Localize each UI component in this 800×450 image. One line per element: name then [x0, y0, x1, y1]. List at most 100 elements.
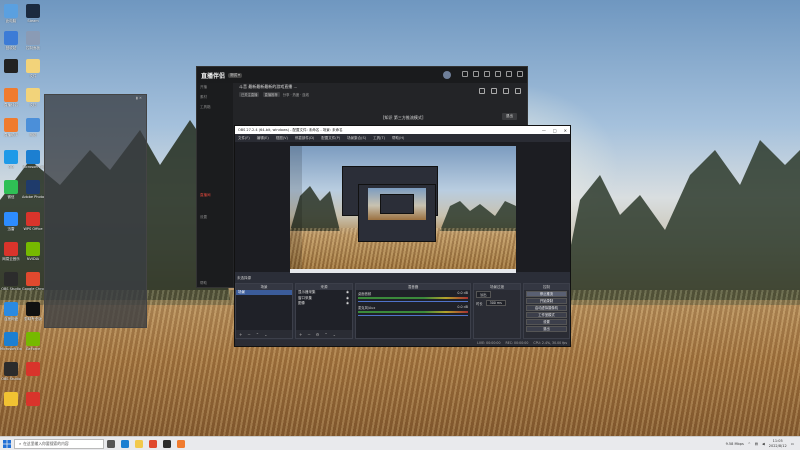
sidebar-item[interactable]: 工具箱	[197, 103, 214, 112]
desktop-icon[interactable]: Microsoft Edge	[22, 150, 44, 169]
sidebar-item[interactable]: 设置	[197, 213, 210, 222]
desktop-icon[interactable]	[22, 362, 44, 377]
obs-window[interactable]: OBS 27.2.4 (64-bit, windows) - 配置文件: 未命名…	[234, 125, 571, 347]
desktop-icon[interactable]	[0, 59, 22, 74]
desktop-icon[interactable]: 直播伴侣	[0, 88, 22, 108]
sidebar-item[interactable]: 素材	[197, 93, 210, 102]
taskbar-app-file-explorer[interactable]	[132, 437, 146, 450]
desktop-icon[interactable]: 剪映专业版	[22, 302, 44, 322]
ghost-window-controls[interactable]: ▮ ✕	[136, 96, 142, 101]
maximize-icon[interactable]	[506, 71, 512, 77]
menu-item[interactable]: 视图(V)	[276, 136, 288, 141]
desktop-icon[interactable]: WPS Office	[22, 212, 44, 231]
close-icon[interactable]: ✕	[564, 128, 567, 133]
exit-mode-button[interactable]: 退出	[502, 113, 517, 120]
menu-item[interactable]: 停靠部件(D)	[295, 136, 314, 141]
menu-icon[interactable]	[484, 71, 490, 77]
start-button[interactable]	[0, 437, 14, 450]
desktop-icon[interactable]: QQ	[0, 150, 22, 169]
desktop-icon[interactable]: 此电脑	[0, 4, 22, 24]
chevron-down-icon[interactable]: ⌄	[333, 332, 336, 337]
chevron-up-icon[interactable]: ⌃	[324, 332, 327, 337]
desktop-icon[interactable]: 直播助手	[0, 118, 22, 138]
desktop-icon[interactable]: OBS Studio	[0, 272, 22, 291]
desktop-icon[interactable]: 微信	[0, 180, 22, 200]
desktop-icon[interactable]: OBS Studio	[0, 362, 22, 381]
more-icon[interactable]	[515, 88, 521, 94]
eye-icon[interactable]: ◉	[346, 301, 349, 307]
control-button[interactable]: 退出	[526, 326, 567, 332]
remove-icon[interactable]: −	[307, 332, 310, 337]
taskbar-app-live-app[interactable]	[174, 437, 188, 450]
live-app-badge[interactable]: 测试 ▾	[228, 72, 242, 78]
menu-item[interactable]: 帮助(H)	[392, 136, 404, 141]
add-icon[interactable]: +	[239, 332, 242, 337]
ghost-window-titlebar[interactable]: ▮ ✕	[45, 95, 146, 102]
desktop-icon[interactable]: GeForce	[22, 332, 44, 351]
menu-item[interactable]: 文件(F)	[238, 136, 250, 141]
network-icon[interactable]: ▤	[755, 442, 758, 446]
transition-type-select[interactable]: 淡出	[476, 291, 491, 298]
duration-input[interactable]: 300 ms	[485, 300, 506, 306]
desktop-icon[interactable]: 迅雷	[0, 212, 22, 232]
minimize-icon[interactable]: —	[542, 128, 546, 133]
volume-slider[interactable]	[358, 314, 468, 316]
desktop-icon[interactable]: Google Chrome	[22, 272, 44, 291]
room-chip[interactable]: 直播推荐	[262, 92, 280, 97]
sidebar-item[interactable]: 直播间	[197, 191, 214, 200]
chevron-up-icon[interactable]: ^	[748, 442, 751, 446]
desktop-icon[interactable]	[22, 392, 44, 407]
add-icon[interactable]: +	[299, 332, 302, 337]
control-button[interactable]: 开始录制	[526, 298, 567, 304]
minimize-icon[interactable]	[495, 71, 501, 77]
link-icon[interactable]	[503, 88, 509, 94]
menu-item[interactable]: 场景集合(S)	[347, 136, 366, 141]
desktop-icon[interactable]: Adobe Photoshop	[22, 180, 44, 199]
volume-slider[interactable]	[358, 300, 468, 302]
lock-icon[interactable]	[491, 88, 497, 94]
share-icon[interactable]	[479, 88, 485, 94]
desktop-icon[interactable]: 文件	[22, 59, 44, 79]
taskbar-app-chrome[interactable]	[146, 437, 160, 450]
clock[interactable]: 11:05 2022/8/12	[769, 439, 787, 448]
control-button[interactable]: 设置	[526, 319, 567, 325]
gear-icon[interactable]: ⚙	[316, 332, 320, 337]
control-button[interactable]: 停止推流	[526, 291, 567, 297]
chevron-down-icon[interactable]: ⌄	[264, 332, 267, 337]
obs-titlebar[interactable]: OBS 27.2.4 (64-bit, windows) - 配置文件: 未命名…	[235, 126, 570, 134]
taskbar-search-input[interactable]: ⌕ 在这里输入你要搜索的内容	[14, 438, 104, 449]
ghost-window[interactable]: ▮ ✕	[44, 94, 147, 328]
sidebar-item[interactable]: 帮助	[197, 279, 210, 288]
desktop-icon[interactable]: Steam	[22, 4, 44, 23]
notification-icon[interactable]: ▭	[791, 442, 794, 446]
taskbar-app-task-view[interactable]	[104, 437, 118, 450]
desktop-icon[interactable]: Microsoft Edge	[0, 332, 22, 351]
volume-icon[interactable]: ◀	[762, 442, 765, 446]
maximize-icon[interactable]: □	[553, 128, 557, 133]
desktop-icon[interactable]: 网易云音乐	[0, 242, 22, 262]
sidebar-item[interactable]: 开播	[197, 83, 210, 92]
menu-item[interactable]: 配置文件(P)	[321, 136, 340, 141]
message-icon[interactable]	[462, 71, 468, 77]
desktop-icon[interactable]: 百度网盘	[0, 302, 22, 322]
close-icon[interactable]	[517, 71, 523, 77]
menu-item[interactable]: 工具(T)	[373, 136, 385, 141]
obs-preview-canvas[interactable]	[290, 146, 516, 273]
desktop-icon[interactable]: 回收站	[0, 31, 22, 51]
desktop-icon[interactable]: 控制面板	[22, 31, 44, 51]
settings-icon[interactable]	[473, 71, 479, 77]
room-chip[interactable]: 已关注直播	[239, 92, 260, 97]
desktop-icon[interactable]: 文档	[22, 88, 44, 108]
live-app-titlebar[interactable]: 直播伴侣 测试 ▾	[197, 67, 527, 83]
control-button[interactable]: 工作室模式	[526, 312, 567, 318]
list-item[interactable]: 场景	[236, 290, 292, 295]
desktop-icon[interactable]	[0, 392, 22, 407]
desktop-icon[interactable]: NVIDIA	[22, 242, 44, 261]
avatar[interactable]	[443, 71, 451, 79]
menu-item[interactable]: 编辑(E)	[257, 136, 269, 141]
taskbar-app-edge[interactable]	[118, 437, 132, 450]
desktop-icon[interactable]: 网络	[22, 118, 44, 138]
control-button[interactable]: 启动虚拟摄像机	[526, 305, 567, 311]
chevron-up-icon[interactable]: ⌃	[256, 332, 259, 337]
remove-icon[interactable]: −	[247, 332, 250, 337]
